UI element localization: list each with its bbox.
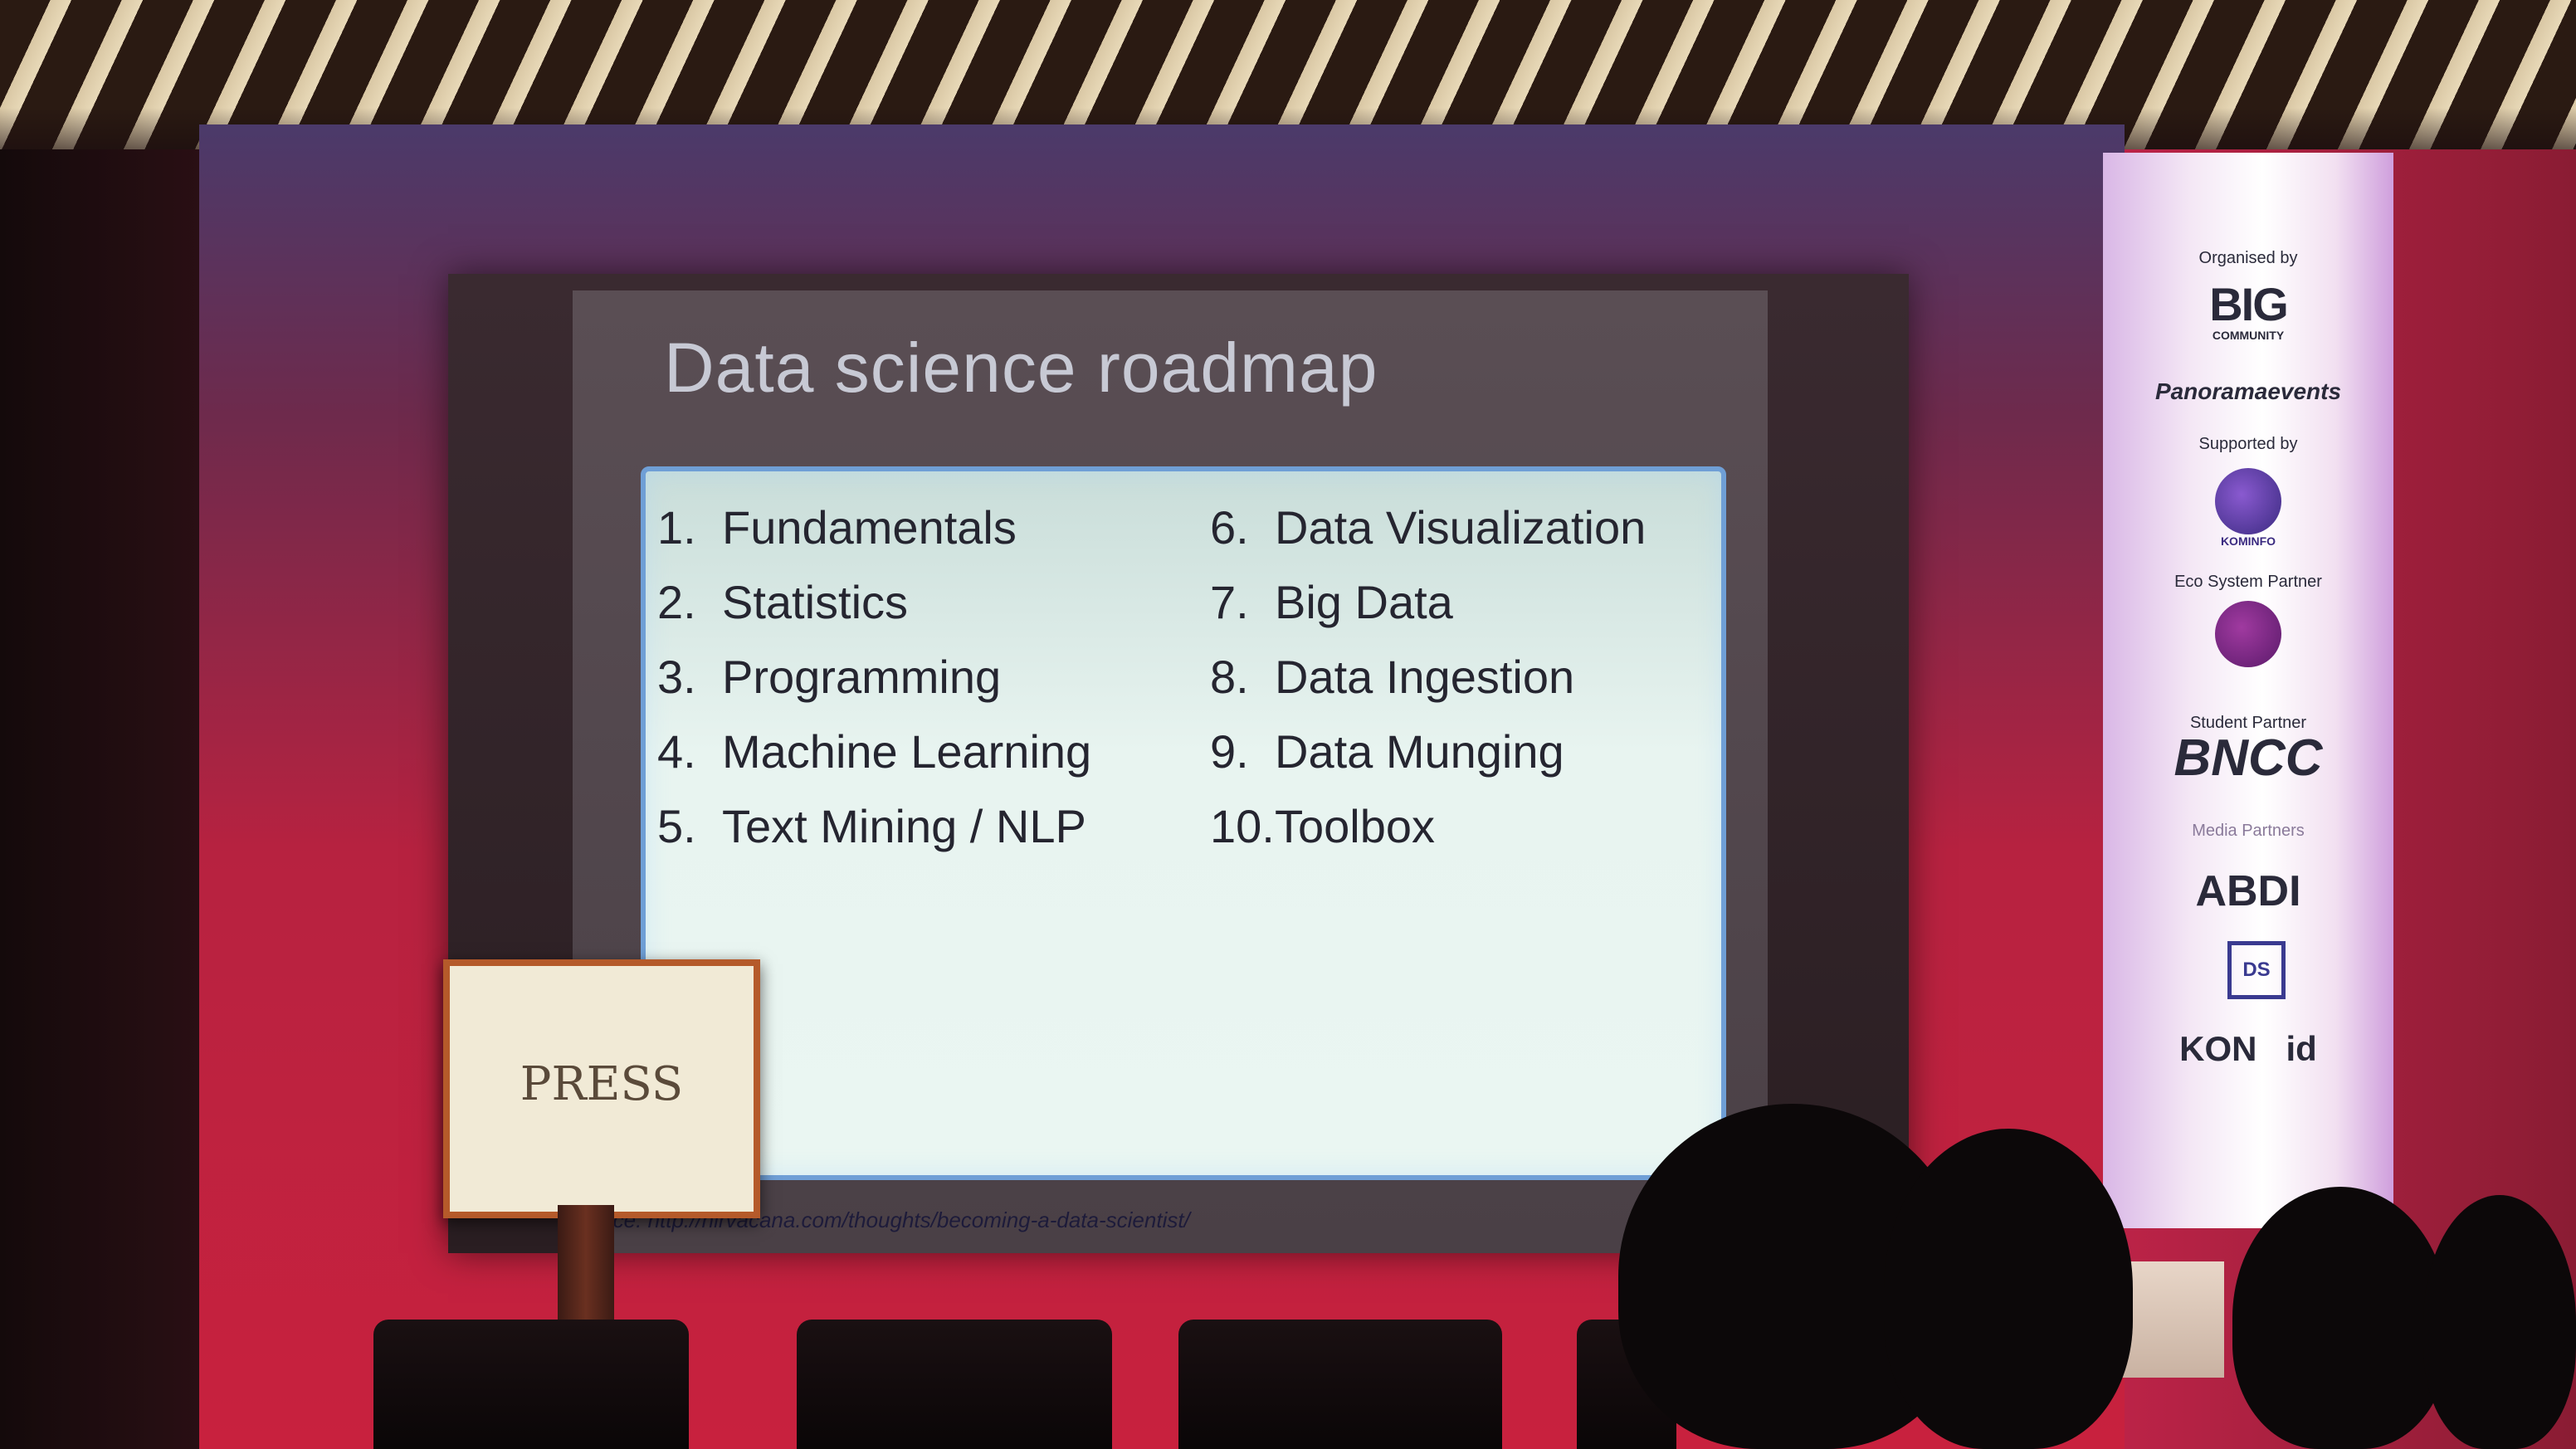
big-community-sub: COMMUNITY	[2212, 329, 2285, 342]
roadmap-item: 7. Big Data	[1210, 575, 1453, 628]
stage-chair	[797, 1320, 1112, 1449]
roadmap-item: 6. Data Visualization	[1210, 500, 1647, 554]
audience-head	[2423, 1195, 2576, 1449]
bncc-logo: BNCC	[2174, 729, 2323, 787]
stage-chair	[1178, 1320, 1502, 1449]
eco-system-partner-label: Eco System Partner	[2174, 573, 2322, 591]
media-partners-label: Media Partners	[2192, 822, 2305, 840]
slide-content-panel: 1. Fundamentals 2. Statistics 3. Programmin…	[641, 466, 1726, 1180]
roadmap-item: 5. Text Mining / NLP	[657, 799, 1086, 852]
kominfo-label: KOMINFO	[2220, 534, 2276, 548]
stage-chair	[373, 1320, 689, 1449]
roadmap-list-left: 1. Fundamentals 2. Statistics 3. Programmin…	[646, 490, 1177, 863]
organised-by-label: Organised by	[2198, 249, 2298, 267]
audience-head	[1884, 1129, 2133, 1449]
abdi-logo: ABDI	[2195, 867, 2301, 915]
sponsor-banner: Organised by BIG COMMUNITY Panoramaevent…	[2103, 153, 2393, 1228]
supported-by-label: Supported by	[2198, 435, 2298, 453]
big-community-logo: BIG	[2209, 278, 2289, 330]
roadmap-item: 3. Programming	[657, 650, 1002, 703]
audience-head	[2232, 1187, 2448, 1449]
slide-title: Data science roadmap	[664, 329, 1378, 407]
kontan-logo: KON id	[2179, 1029, 2317, 1068]
press-sign: PRESS	[443, 959, 760, 1218]
ds-logo: DS	[2227, 941, 2286, 999]
panorama-events-logo: Panoramaevents	[2154, 378, 2342, 404]
roadmap-item: 8. Data Ingestion	[1210, 650, 1575, 703]
roadmap-item: 10. Toolbox	[1210, 799, 1436, 852]
roadmap-list-right: 6. Data Visualization 7. Big Data 8. Data I…	[1198, 490, 1713, 863]
roadmap-item: 4. Machine Learning	[657, 724, 1092, 778]
roadmap-item: 1. Fundamentals	[657, 500, 1017, 554]
kominfo-logo-icon	[2215, 468, 2281, 534]
press-sign-text: PRESS	[520, 1057, 684, 1111]
roadmap-item: 9. Data Munging	[1210, 724, 1564, 778]
roadmap-item: 2. Statistics	[657, 575, 909, 628]
data-science-indonesia-logo-icon	[2215, 601, 2281, 667]
